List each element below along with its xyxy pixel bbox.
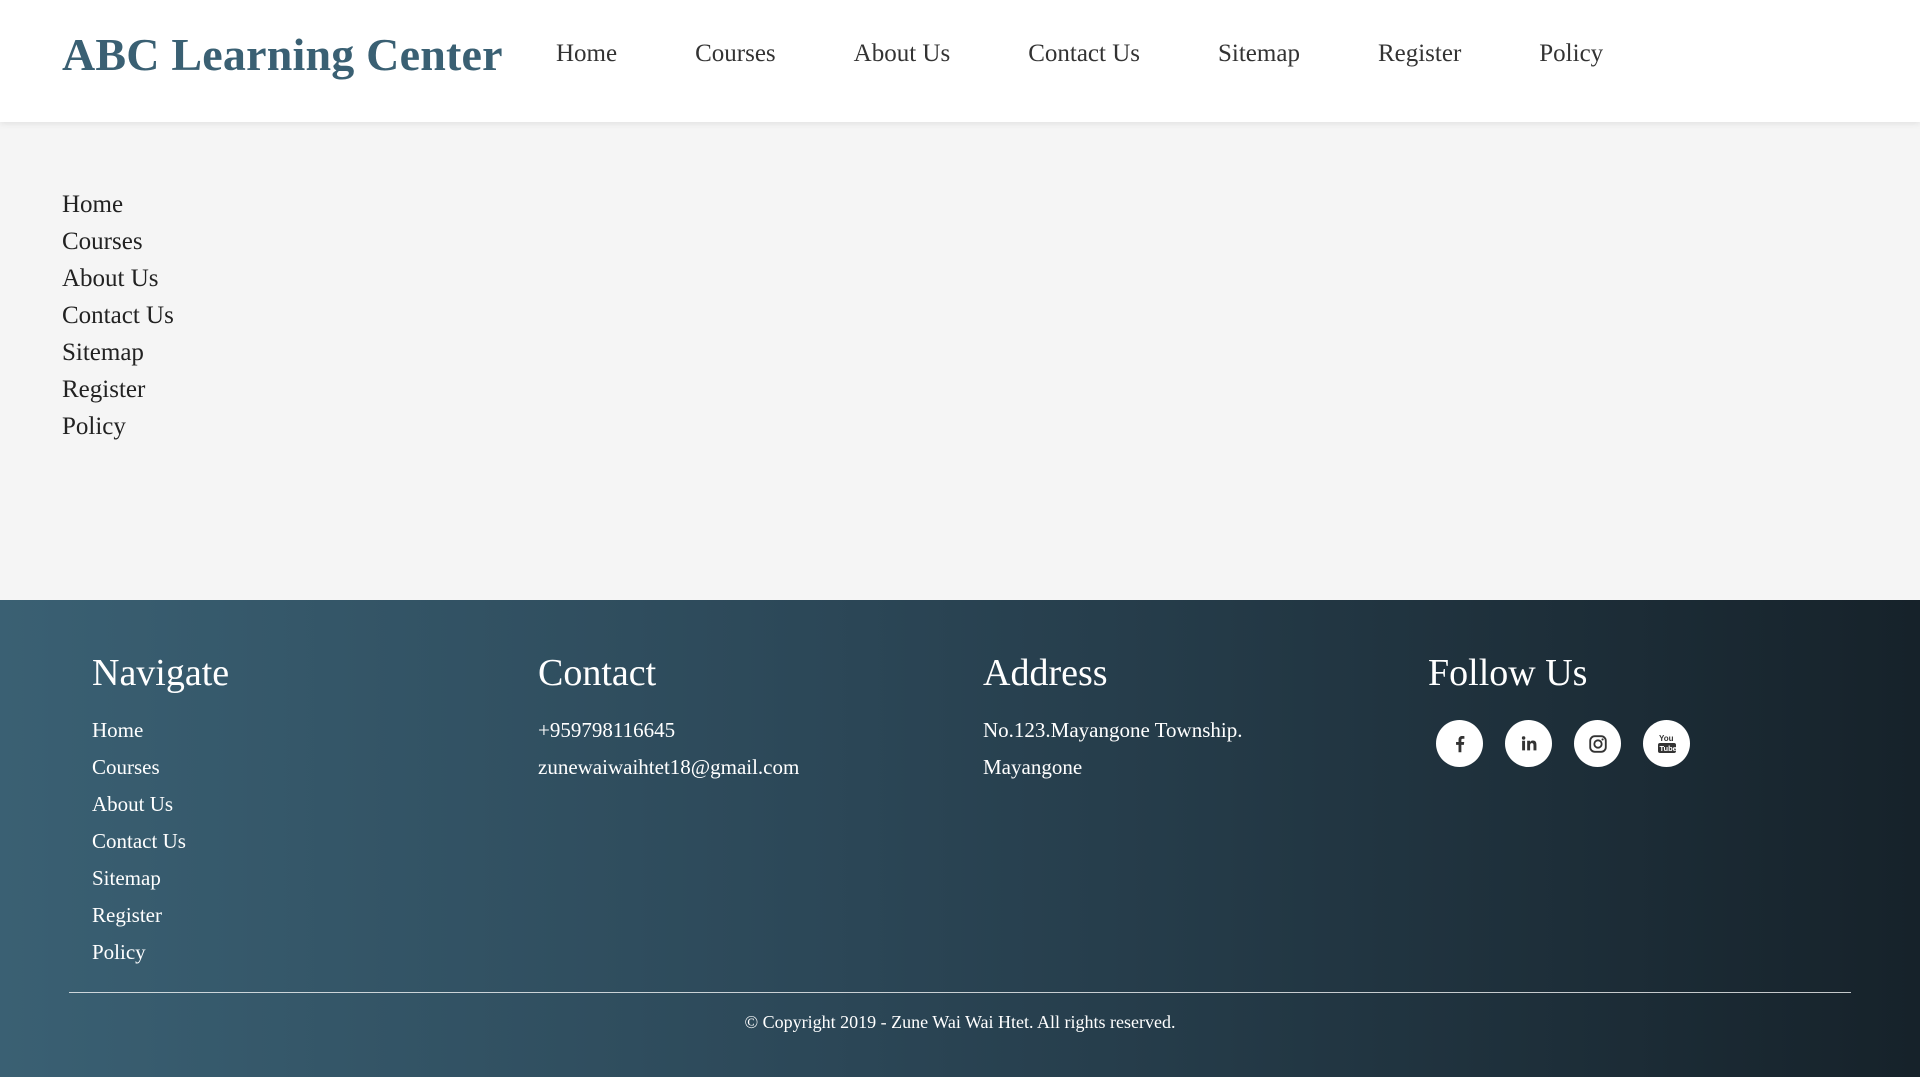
top-nav-courses[interactable]: Courses [695, 40, 776, 68]
list-item: Policy [62, 408, 174, 445]
sitemap-list: Home Courses About Us Contact Us Sitemap… [62, 186, 174, 445]
sitemap-link-contact-us[interactable]: Contact Us [62, 302, 174, 329]
top-nav-policy[interactable]: Policy [1539, 40, 1603, 68]
footer-link-courses[interactable]: Courses [92, 755, 160, 779]
list-item: No.123.Mayangone Township. [983, 712, 1242, 749]
footer-link-home[interactable]: Home [92, 718, 143, 742]
brand-logo[interactable]: ABC Learning Center [62, 28, 503, 81]
sitemap-link-courses[interactable]: Courses [62, 228, 143, 255]
social-links: You Tube [1436, 720, 1712, 767]
list-item: Register [62, 371, 174, 408]
list-item: Mayangone [983, 749, 1242, 786]
list-item: Contact Us [62, 297, 174, 334]
footer-follow-column: Follow Us You Tube [1428, 650, 1712, 767]
list-item: +959798116645 [538, 712, 799, 749]
list-item: Policy [92, 934, 229, 971]
top-nav-about-us[interactable]: About Us [854, 40, 951, 68]
footer-link-sitemap[interactable]: Sitemap [92, 866, 161, 890]
footer-address-column: Address No.123.Mayangone Township. Mayan… [983, 650, 1242, 786]
list-item: Home [92, 712, 229, 749]
contact-email: zunewaiwaihtet18@gmail.com [538, 755, 800, 779]
main-content: Home Courses About Us Contact Us Sitemap… [0, 122, 1920, 600]
footer-follow-heading: Follow Us [1428, 652, 1588, 694]
footer-address-list: No.123.Mayangone Township. Mayangone [983, 712, 1242, 786]
sitemap-link-policy[interactable]: Policy [62, 413, 126, 440]
footer-divider [69, 992, 1851, 993]
list-item: Home [62, 186, 174, 223]
sitemap-link-home[interactable]: Home [62, 191, 123, 218]
footer-navigate-list: Home Courses About Us Contact Us Sitemap… [92, 712, 229, 971]
list-item: Contact Us [92, 823, 229, 860]
address-line-1: No.123.Mayangone Township. [983, 718, 1243, 742]
footer-navigate-column: Navigate Home Courses About Us Contact U… [92, 650, 229, 971]
site-footer: Navigate Home Courses About Us Contact U… [0, 600, 1920, 1077]
contact-phone: +959798116645 [538, 718, 676, 742]
list-item: Sitemap [92, 860, 229, 897]
sitemap-link-about-us[interactable]: About Us [62, 265, 159, 292]
address-line-2: Mayangone [983, 755, 1083, 779]
sitemap-link-register[interactable]: Register [62, 376, 145, 403]
svg-text:You: You [1659, 734, 1674, 743]
footer-navigate-heading: Navigate [92, 652, 230, 694]
facebook-icon[interactable] [1436, 720, 1483, 767]
site-header: ABC Learning Center Home Courses About U… [0, 0, 1920, 122]
linkedin-icon[interactable] [1505, 720, 1552, 767]
list-item: Register [92, 897, 229, 934]
instagram-icon[interactable] [1574, 720, 1621, 767]
svg-text:Tube: Tube [1659, 744, 1676, 753]
footer-link-register[interactable]: Register [92, 903, 162, 927]
list-item: About Us [62, 260, 174, 297]
youtube-icon[interactable]: You Tube [1643, 720, 1690, 767]
footer-contact-heading: Contact [538, 652, 657, 694]
list-item: zunewaiwaihtet18@gmail.com [538, 749, 799, 786]
footer-link-policy[interactable]: Policy [92, 940, 146, 964]
sitemap-link-sitemap[interactable]: Sitemap [62, 339, 144, 366]
list-item: Courses [62, 223, 174, 260]
footer-contact-list: +959798116645 zunewaiwaihtet18@gmail.com [538, 712, 799, 786]
top-nav-contact-us[interactable]: Contact Us [1028, 40, 1140, 68]
footer-address-heading: Address [983, 652, 1108, 694]
list-item: Courses [92, 749, 229, 786]
top-nav-home[interactable]: Home [556, 40, 617, 68]
top-nav-register[interactable]: Register [1378, 40, 1461, 68]
footer-link-about-us[interactable]: About Us [92, 792, 173, 816]
top-nav: Home Courses About Us Contact Us Sitemap… [556, 40, 1681, 68]
list-item: Sitemap [62, 334, 174, 371]
top-nav-sitemap[interactable]: Sitemap [1218, 40, 1300, 68]
footer-link-contact-us[interactable]: Contact Us [92, 829, 186, 853]
copyright-text: © Copyright 2019 - Zune Wai Wai Htet. Al… [744, 1012, 1176, 1032]
footer-contact-column: Contact +959798116645 zunewaiwaihtet18@g… [538, 650, 799, 786]
list-item: About Us [92, 786, 229, 823]
